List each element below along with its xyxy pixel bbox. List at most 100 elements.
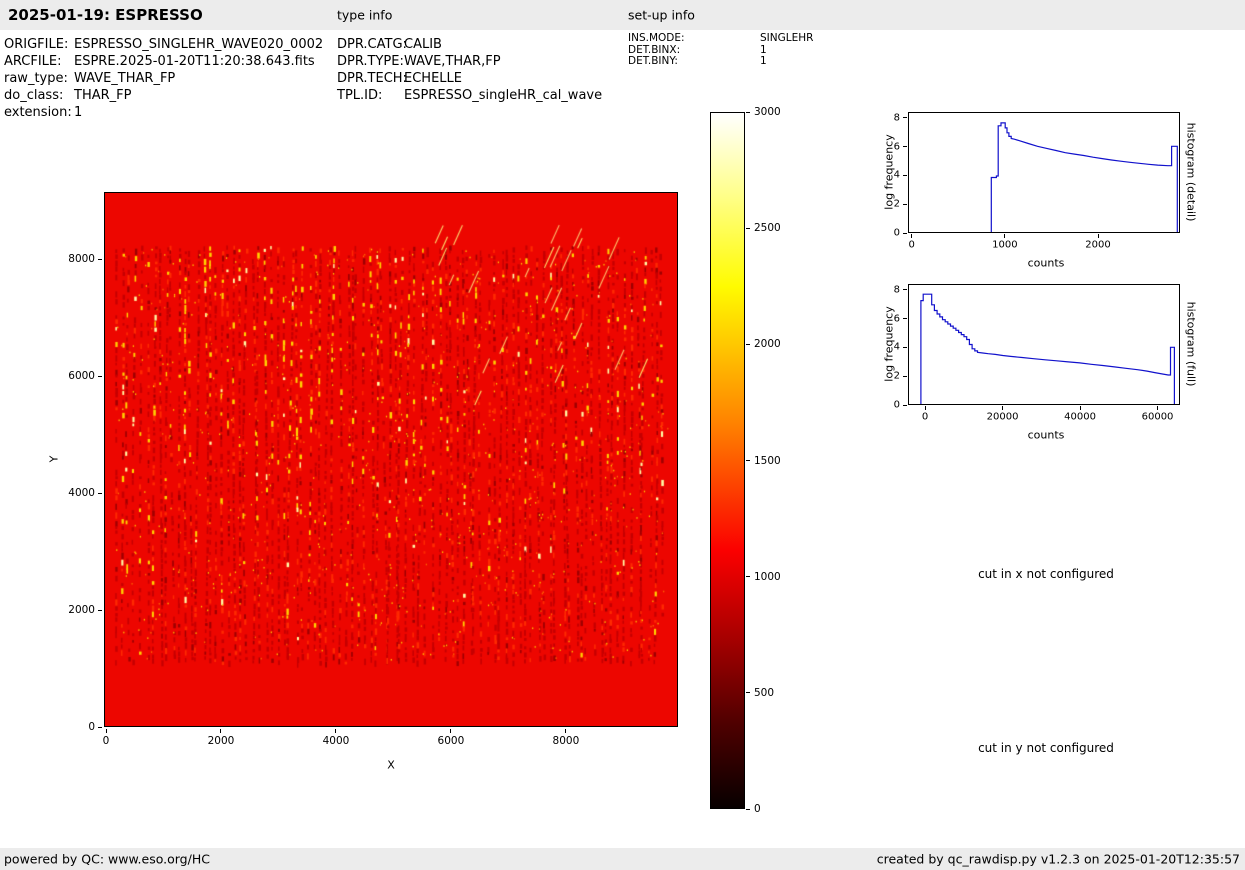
y-axis-label: Y xyxy=(48,456,61,463)
tick-label: 4 xyxy=(894,342,900,353)
info-value: WAVE_THAR_FP xyxy=(74,70,175,87)
tick-label: 1500 xyxy=(754,455,781,467)
tick-mark xyxy=(98,259,102,260)
tick-label: 2500 xyxy=(754,222,781,234)
raw-image-plot xyxy=(104,192,678,727)
tick-label: 8 xyxy=(894,112,900,123)
info-row: raw_type:WAVE_THAR_FP xyxy=(4,70,323,87)
info-label: ARCFILE: xyxy=(4,53,74,70)
tick-label: 0 xyxy=(894,400,900,411)
info-label: extension: xyxy=(4,104,74,121)
tick-label: 2000 xyxy=(208,735,235,747)
info-row: INS.MODE:SINGLEHR xyxy=(628,33,813,45)
tick-label: 500 xyxy=(754,687,774,699)
tick-mark xyxy=(903,204,907,205)
tick-mark xyxy=(903,405,907,406)
tick-mark xyxy=(98,727,102,728)
tick-label: 60000 xyxy=(1142,412,1174,423)
info-label: TPL.ID: xyxy=(337,87,404,104)
tick-mark xyxy=(1157,406,1158,410)
raw-image-canvas xyxy=(105,193,677,726)
tick-mark xyxy=(746,228,750,229)
tick-mark xyxy=(1080,406,1081,410)
tick-mark xyxy=(1002,406,1003,410)
info-value: WAVE,THAR,FP xyxy=(404,53,501,70)
tick-mark xyxy=(98,610,102,611)
tick-label: 2 xyxy=(894,199,900,210)
tick-mark xyxy=(746,344,750,345)
x-axis-label: X xyxy=(387,759,395,772)
tick-label: 0 xyxy=(754,803,761,815)
info-row: ARCFILE:ESPRE.2025-01-20T11:20:38.643.fi… xyxy=(4,53,323,70)
tick-label: 6 xyxy=(894,313,900,324)
tick-mark xyxy=(903,146,907,147)
tick-label: 6000 xyxy=(68,370,95,382)
tick-mark xyxy=(746,576,750,577)
info-row: extension:1 xyxy=(4,104,323,121)
header-bar: 2025-01-19: ESPRESSO type info set-up in… xyxy=(0,0,1245,30)
tick-label: 1000 xyxy=(992,240,1017,251)
tick-mark xyxy=(746,809,750,810)
tick-mark xyxy=(903,289,907,290)
info-row: DPR.CATG:CALIB xyxy=(337,36,602,53)
info-label: DET.BINY: xyxy=(628,56,760,68)
info-row: DET.BINY:1 xyxy=(628,56,813,68)
page-title: 2025-01-19: ESPRESSO xyxy=(8,6,203,24)
tick-mark xyxy=(565,729,566,733)
info-row: TPL.ID:ESPRESSO_singleHR_cal_wave xyxy=(337,87,602,104)
histogram-line xyxy=(991,123,1177,232)
tick-mark xyxy=(911,234,912,238)
tick-mark xyxy=(106,729,107,733)
info-row: DPR.TYPE:WAVE,THAR,FP xyxy=(337,53,602,70)
footer-credit-left: powered by QC: www.eso.org/HC xyxy=(4,852,210,867)
info-value: ESPRE.2025-01-20T11:20:38.643.fits xyxy=(74,53,315,70)
tick-label: 4 xyxy=(894,170,900,181)
tick-mark xyxy=(903,318,907,319)
tick-label: 0 xyxy=(909,240,915,251)
colorbar xyxy=(710,112,745,809)
info-label: DPR.CATG: xyxy=(337,36,404,53)
info-row: DPR.TECH:ECHELLE xyxy=(337,70,602,87)
info-label: do_class: xyxy=(4,87,74,104)
setup-info-block: INS.MODE:SINGLEHRDET.BINX:1DET.BINY:1 xyxy=(628,33,813,68)
info-value: THAR_FP xyxy=(74,87,131,104)
footer-credit-right: created by qc_rawdisp.py v1.2.3 on 2025-… xyxy=(877,852,1240,867)
hist-detail-title: histogram (detail) xyxy=(1185,123,1198,222)
info-value: SINGLEHR xyxy=(760,33,813,45)
tick-label: 0 xyxy=(103,735,110,747)
tick-mark xyxy=(746,692,750,693)
info-value: ESPRESSO_singleHR_cal_wave xyxy=(404,87,602,104)
type-info-block: DPR.CATG:CALIBDPR.TYPE:WAVE,THAR,FPDPR.T… xyxy=(337,36,602,104)
tick-label: 0 xyxy=(922,412,928,423)
tick-mark xyxy=(220,729,221,733)
tick-label: 8 xyxy=(894,284,900,295)
tick-label: 6000 xyxy=(438,735,465,747)
tick-mark xyxy=(903,117,907,118)
cut-x-note: cut in x not configured xyxy=(978,567,1114,581)
tick-label: 0 xyxy=(894,228,900,239)
info-value: 1 xyxy=(74,104,82,121)
tick-label: 0 xyxy=(88,721,95,733)
tick-mark xyxy=(903,376,907,377)
setup-info-heading: set-up info xyxy=(628,8,695,23)
tick-label: 2000 xyxy=(68,604,95,616)
footer-bar: powered by QC: www.eso.org/HC created by… xyxy=(0,848,1245,870)
hist-detail-xlabel: counts xyxy=(1028,257,1065,270)
info-label: DPR.TECH: xyxy=(337,70,404,87)
tick-label: 2 xyxy=(894,371,900,382)
info-label: ORIGFILE: xyxy=(4,36,74,53)
info-row: do_class:THAR_FP xyxy=(4,87,323,104)
tick-label: 4000 xyxy=(323,735,350,747)
cut-y-note: cut in y not configured xyxy=(978,741,1114,755)
hist-full-xlabel: counts xyxy=(1028,429,1065,442)
file-info-block: ORIGFILE:ESPRESSO_SINGLEHR_WAVE020_0002A… xyxy=(4,36,323,121)
type-info-heading: type info xyxy=(337,8,392,23)
tick-label: 1000 xyxy=(754,571,781,583)
tick-mark xyxy=(1004,234,1005,238)
tick-mark xyxy=(903,233,907,234)
info-value: 1 xyxy=(760,56,767,68)
info-value: CALIB xyxy=(404,36,442,53)
histogram-full-plot xyxy=(908,284,1180,405)
info-label: INS.MODE: xyxy=(628,33,760,45)
tick-label: 8000 xyxy=(68,253,95,265)
